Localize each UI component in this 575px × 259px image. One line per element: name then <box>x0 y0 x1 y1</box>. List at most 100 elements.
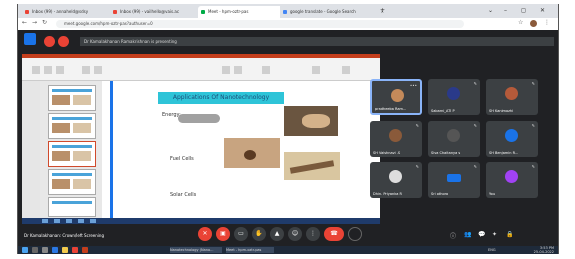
slide-thumbnail-selected[interactable] <box>48 141 96 167</box>
edge-icon[interactable] <box>52 247 58 253</box>
extra-button[interactable] <box>348 227 362 241</box>
slide-image-strip <box>284 152 340 180</box>
current-slide: Applications Of Nanotechnology Energy: F… <box>134 90 356 214</box>
search-icon[interactable] <box>32 247 38 253</box>
google-icon <box>283 10 287 14</box>
taskbar-app-icon <box>42 219 48 223</box>
activities-icon[interactable]: ✦ <box>492 231 497 238</box>
reactions-button[interactable]: ☺ <box>288 227 302 241</box>
slide-thumbnail[interactable] <box>48 85 96 111</box>
mic-off-button[interactable]: ✕ <box>198 227 212 241</box>
camera-off-button[interactable]: ▣ <box>216 227 230 241</box>
taskbar-app-icon <box>90 219 96 223</box>
slide-bullet-fuel-cells: Fuel Cells <box>170 156 194 162</box>
new-tab-button[interactable]: + <box>380 4 385 18</box>
avatar <box>447 87 460 100</box>
powerpoint-icon[interactable] <box>82 247 88 253</box>
slide-thumbnail[interactable] <box>48 169 96 195</box>
presentation-screen: Applications Of Nanotechnology Energy: F… <box>22 54 380 224</box>
participant-name: You <box>489 192 496 196</box>
menu-icon[interactable]: ⋮ <box>544 19 550 26</box>
close-window-button[interactable]: ✕ <box>540 4 545 18</box>
participant-name: Siva Chaitanya s <box>431 151 461 155</box>
avatar <box>447 129 460 142</box>
participant-name: Dhin. Priyanka R <box>373 192 402 196</box>
clock-date: 25-04-2022 <box>533 250 554 254</box>
participant-tile[interactable]: ✎ Sabarni_ATI P <box>428 79 480 115</box>
profile-avatar[interactable] <box>530 20 537 27</box>
windows-taskbar: Nanotechnology (Nano... Meet - hpm-oztr-… <box>18 246 558 254</box>
raise-hand-button[interactable]: ✋ <box>252 227 266 241</box>
taskbar-item-meet[interactable]: Meet - hpm-oztr-pas <box>226 247 274 253</box>
more-options-button[interactable]: ⋮ <box>306 227 320 241</box>
participant-tile[interactable]: ••• pradheeba Ram... <box>370 79 422 115</box>
url-field[interactable]: meet.google.com/hpm-oztr-pas?authuser=0 <box>56 20 464 28</box>
slide-thumbnails <box>40 81 102 218</box>
ribbon-icon <box>222 66 230 74</box>
presenter-taskbar <box>22 218 380 224</box>
participant-name: Sabarni_ATI P <box>431 109 455 113</box>
system-clock: 3:53 PM 25-04-2022 <box>534 246 554 254</box>
tab-label: google translate - Google Search <box>290 9 356 14</box>
ribbon-icon <box>82 66 90 74</box>
tab-google-search[interactable]: google translate - Google Search ✕ <box>280 6 386 18</box>
browser-window: Inbox (99) - annaheld@sdsy ✕ Inbox (99) … <box>17 4 559 254</box>
captions-button[interactable]: ▭ <box>234 227 248 241</box>
windows-start-icon[interactable] <box>22 247 28 253</box>
people-icon[interactable]: 👥 <box>464 231 471 238</box>
info-icon[interactable]: ⓘ <box>450 231 456 240</box>
mic-off-icon: ✎ <box>473 81 477 86</box>
star-icon[interactable]: ☆ <box>518 19 523 26</box>
mic-off-icon: ✎ <box>415 164 419 169</box>
ribbon-icon <box>94 66 102 74</box>
participant-tile[interactable]: ✎ SH Vaishnavi .S <box>370 121 422 157</box>
participant-name: SH Benjamin R... <box>489 151 519 155</box>
ribbon-icon <box>312 66 320 74</box>
lock-icon[interactable]: 🔒 <box>506 231 513 238</box>
tab-label: Inbox (99) - vailhello@vais.ac <box>120 9 180 14</box>
slide-image-hands <box>284 106 338 136</box>
chrome-icon[interactable] <box>72 247 78 253</box>
taskbar-item-powerpoint[interactable]: Nanotechnology (Nano... <box>170 247 222 253</box>
slideshow-toolbar-overlay[interactable] <box>178 114 220 123</box>
mic-off-icon: ✎ <box>531 164 535 169</box>
back-icon[interactable]: ← <box>22 19 27 26</box>
minimize-button[interactable]: – <box>504 4 507 18</box>
ribbon-icon <box>342 66 350 74</box>
slide-thumbnail[interactable] <box>48 113 96 139</box>
gmail-icon <box>113 10 117 14</box>
participant-tile[interactable]: ✎ Siva Chaitanya s <box>428 121 480 157</box>
splitter-bar[interactable] <box>110 81 113 218</box>
tab-search-icon[interactable]: ⌄ <box>488 4 493 18</box>
tab-meet[interactable]: Meet - hpm-oztr-pas ● <box>198 6 288 18</box>
participant-tile[interactable]: ✎ You <box>486 162 538 198</box>
forward-icon[interactable]: → <box>32 19 37 26</box>
reload-icon[interactable]: ↻ <box>42 19 47 26</box>
hang-up-button[interactable]: ☎ <box>324 227 344 241</box>
avatar <box>389 170 402 183</box>
slide-thumbnail[interactable] <box>48 197 96 217</box>
participant-tile[interactable]: ✎ SH Benjamin R... <box>486 121 538 157</box>
maximize-button[interactable]: ◻ <box>521 4 526 18</box>
participant-tile[interactable]: ✎ Sri othoro <box>428 162 480 198</box>
present-button[interactable]: ▲ <box>270 227 284 241</box>
gmail-icon <box>25 10 29 14</box>
tab-inbox-1[interactable]: Inbox (99) - annaheld@sdsy ✕ <box>22 6 118 18</box>
chat-icon[interactable]: 💬 <box>478 231 485 238</box>
tab-inbox-2[interactable]: Inbox (99) - vailhello@vais.ac ✕ <box>110 6 206 18</box>
avatar <box>505 170 518 183</box>
address-bar-row: ← → ↻ meet.google.com/hpm-oztr-pas?authu… <box>18 18 558 30</box>
meet-icon <box>201 10 205 14</box>
participant-tile[interactable]: ✎ Dhin. Priyanka R <box>370 162 422 198</box>
taskbar-app-icon <box>54 219 60 223</box>
participant-tile[interactable]: ✎ SH Kanimozhi <box>486 79 538 115</box>
file-explorer-icon[interactable] <box>62 247 68 253</box>
ribbon-icon <box>234 66 242 74</box>
language-indicator: ENG <box>488 248 496 252</box>
task-view-icon[interactable] <box>42 247 48 253</box>
record-indicator-icon <box>58 36 69 47</box>
ribbon-icon <box>32 66 40 74</box>
mic-off-icon: ✎ <box>531 81 535 86</box>
tab-bar: Inbox (99) - annaheld@sdsy ✕ Inbox (99) … <box>18 4 558 18</box>
mic-off-icon: ✎ <box>415 123 419 128</box>
